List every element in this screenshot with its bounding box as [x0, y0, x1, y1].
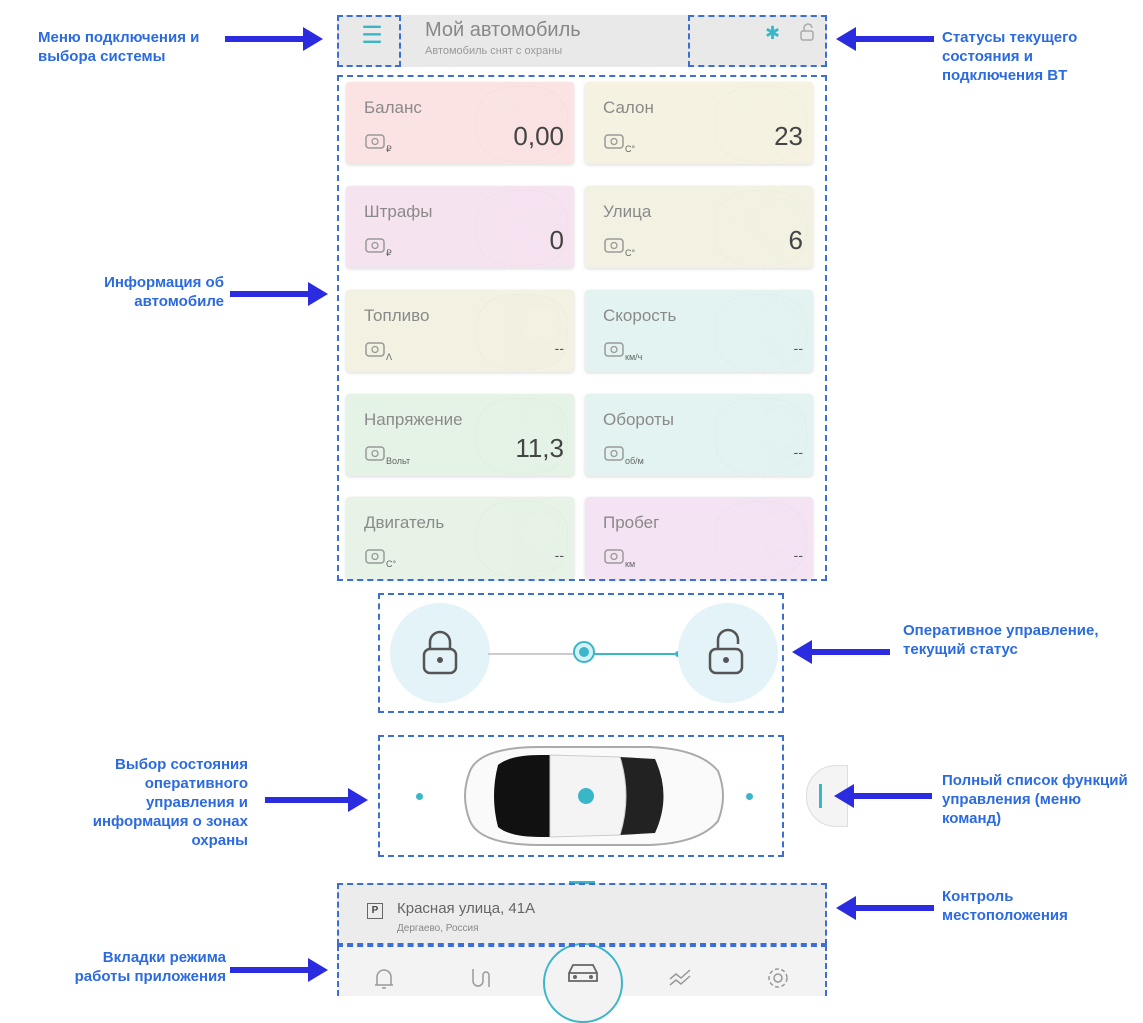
- frame-location: [337, 883, 827, 945]
- frame-tabs: [337, 945, 827, 996]
- frame-selector: [378, 735, 784, 857]
- note-status: Статусы текущего состояния и подключения…: [942, 29, 1078, 84]
- arrow-left: [792, 640, 890, 664]
- note-select: Выбор состояния оперативного управления …: [92, 756, 248, 849]
- frame-control: [378, 593, 784, 713]
- arrow-right: [230, 958, 328, 982]
- note-location: Контроль местоположения: [942, 888, 1068, 924]
- arrow-right: [265, 788, 368, 812]
- frame-menu: [337, 15, 401, 67]
- arrow-right: [225, 27, 323, 51]
- note-tabs: Вкладки режима работы приложения: [74, 949, 226, 985]
- arrow-left: [834, 784, 932, 808]
- arrow-right: [230, 282, 328, 306]
- security-status-text: Автомобиль снят с охраны: [425, 45, 563, 57]
- arrow-left: [836, 27, 934, 51]
- arrow-left: [836, 896, 934, 920]
- note-control: Оперативное управление, текущий статус: [903, 622, 1099, 658]
- frame-info: [337, 75, 827, 581]
- note-info: Информация об автомобиле: [104, 274, 224, 310]
- page-title: Мой автомобиль: [425, 19, 581, 41]
- frame-status: [688, 15, 827, 67]
- note-commands: Полный список функций управления (меню к…: [942, 772, 1128, 827]
- note-menu: Меню подключения и выбора системы: [38, 29, 200, 65]
